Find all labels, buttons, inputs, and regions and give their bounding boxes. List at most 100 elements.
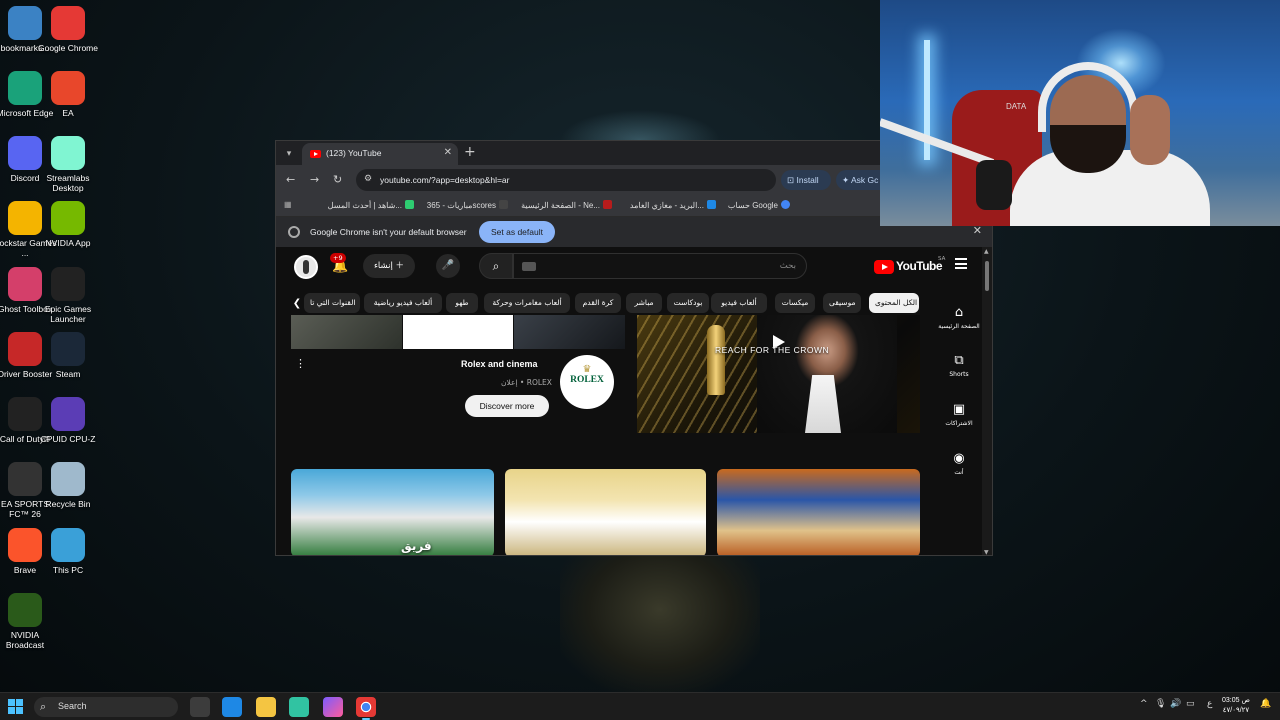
desktop-icon[interactable]: Steam xyxy=(35,332,101,379)
forward-icon[interactable]: → xyxy=(310,173,319,186)
guide-item-home[interactable]: ⌂ الصفحة الرئيسية xyxy=(929,305,989,330)
tab-search-button[interactable]: ▾ xyxy=(280,146,298,162)
scroll-down-icon[interactable]: ▼ xyxy=(984,549,989,555)
voice-search-icon[interactable]: 🎤 xyxy=(436,254,460,278)
wall-text: DATA xyxy=(1006,102,1027,111)
new-tab-button[interactable]: + xyxy=(464,144,476,160)
youtube-wordmark: YouTube xyxy=(896,259,943,273)
webcam-overlay: DATA xyxy=(880,0,1280,226)
menu-hamburger-icon[interactable] xyxy=(955,258,967,269)
search-button[interactable]: ⌕ xyxy=(479,253,513,279)
desktop-icon[interactable]: EA xyxy=(35,71,101,118)
this-pc-icon xyxy=(51,528,85,562)
youtube-favicon-icon xyxy=(310,150,321,158)
more-actions-icon[interactable]: ⋮ xyxy=(295,357,306,370)
desktop-icon[interactable]: Epic Games Launcher xyxy=(35,267,101,324)
desktop-icon[interactable]: CPUID CPU-Z xyxy=(35,397,101,444)
chip[interactable]: بودكاست xyxy=(667,293,709,313)
chip[interactable]: كرة القدم xyxy=(575,293,621,313)
store-icon[interactable] xyxy=(222,697,242,717)
video-thumbnail[interactable] xyxy=(505,469,706,555)
ad-thumbnail[interactable] xyxy=(291,315,402,349)
account-avatar[interactable] xyxy=(294,255,318,279)
keyboard-icon[interactable] xyxy=(522,262,536,271)
desktop-icon-label: Google Chrome xyxy=(37,43,98,53)
chip[interactable]: الكل المحتوى xyxy=(869,293,919,313)
mic-tray-icon[interactable]: 🎙 xyxy=(1155,699,1166,709)
task-view-icon[interactable] xyxy=(190,697,210,717)
chrome-icon[interactable] xyxy=(356,697,376,720)
search-input[interactable]: بحث xyxy=(513,253,807,279)
url-text: youtube.com/?app=desktop&hl=ar xyxy=(380,175,510,185)
search-icon: ⌕ xyxy=(40,700,47,713)
scroll-up-icon[interactable]: ▲ xyxy=(984,248,989,255)
region-code: SA xyxy=(938,256,946,262)
ask-label: Ask Gc xyxy=(851,175,879,185)
guide-item-you[interactable]: ◉ أنت xyxy=(929,451,989,476)
folder-icon[interactable] xyxy=(256,697,276,717)
chip[interactable]: القنوات التي تا xyxy=(304,293,360,313)
guide-label: الصفحة الرئيسية xyxy=(938,323,980,330)
tab-youtube[interactable]: (123) YouTube ✕ xyxy=(302,143,458,165)
install-label: Install xyxy=(796,175,819,185)
video-thumbnail[interactable]: فريق xyxy=(291,469,494,555)
reload-icon[interactable]: ↻ xyxy=(333,173,342,186)
rolex-logo[interactable]: ♛ ROLEX xyxy=(560,355,614,409)
taskbar-search-label: Search xyxy=(58,701,87,711)
page-scrollbar[interactable]: ▲ ▼ xyxy=(982,247,992,555)
back-icon[interactable]: ← xyxy=(286,173,295,186)
start-button[interactable] xyxy=(8,699,24,715)
messenger-icon[interactable] xyxy=(323,697,343,717)
desktop-icon[interactable]: This PC xyxy=(35,528,101,575)
chip[interactable]: ألعاب فيديو xyxy=(711,293,767,313)
volume-icon[interactable]: 🔊 xyxy=(1170,699,1181,709)
bookmark-label: البريد - مغازي الغامد... xyxy=(629,201,704,210)
desktop-icon[interactable]: Google Chrome xyxy=(35,6,101,53)
ad-thumbnail[interactable] xyxy=(403,315,513,349)
ad-video-player[interactable]: REACH FOR THE CROWN xyxy=(637,315,920,433)
bookmark-item[interactable]: حساب Google xyxy=(724,200,790,210)
set-default-button[interactable]: Set as default xyxy=(479,221,555,243)
language-indicator[interactable]: ع xyxy=(1207,699,1212,709)
create-button[interactable]: إنشاء ＋ xyxy=(363,254,415,278)
ad-sponsor: إعلان • ROLEX xyxy=(501,378,552,387)
desktop-icon[interactable]: Streamlabs Desktop xyxy=(35,136,101,193)
bookmark-item[interactable]: شاهد | أحدث المسل... xyxy=(314,200,414,210)
ad-title[interactable]: Rolex and cinema xyxy=(461,359,538,369)
youtube-logo[interactable]: YouTube SA xyxy=(874,256,945,275)
bookmark-item[interactable]: الصفحة الرئيسية - Ne... xyxy=(520,200,612,210)
guide-item-shorts[interactable]: ⧉ Shorts xyxy=(929,353,989,378)
streamlabs-icon xyxy=(51,136,85,170)
notifications-icon[interactable]: 🔔 xyxy=(1260,699,1271,709)
chip[interactable]: ألعاب فيديو رياضية xyxy=(364,293,442,313)
shorts-icon: ⧉ xyxy=(954,353,964,368)
chip[interactable]: ألعاب مغامرات وحركة xyxy=(484,293,570,313)
streamlabs-icon[interactable] xyxy=(289,697,309,717)
desktop-icon[interactable]: NVIDIA Broadcast xyxy=(0,593,58,650)
youtube-page: 🔔 +9 إنشاء ＋ 🎤 ⌕ بحث YouTube SA ❮ الكل ا… xyxy=(276,247,992,555)
tray-overflow-icon[interactable]: ^ xyxy=(1140,699,1148,709)
taskbar-search[interactable]: ⌕ Search xyxy=(34,697,178,717)
network-icon[interactable]: ▭ xyxy=(1186,699,1195,709)
install-button[interactable]: ⊡ Install xyxy=(781,170,831,190)
desktop-icon-label: Epic Games Launcher xyxy=(44,304,92,324)
bookmark-item[interactable]: البريد - مغازي الغامد... xyxy=(620,200,716,210)
site-info-icon[interactable]: ⚙ xyxy=(364,174,372,184)
desktop-icon[interactable]: Recycle Bin xyxy=(35,462,101,509)
chip[interactable]: طهو xyxy=(446,293,478,313)
chip[interactable]: مباشر xyxy=(626,293,662,313)
bookmark-item[interactable]: مباريات - 365scores xyxy=(416,200,508,210)
discover-more-button[interactable]: Discover more xyxy=(465,395,549,417)
chip[interactable]: ميكسات xyxy=(775,293,815,313)
apps-grid-icon[interactable]: ▦ xyxy=(284,200,292,209)
clock[interactable]: 03:05 ص ٤٧/٠٩/٢٧ xyxy=(1222,696,1250,716)
omnibox[interactable]: ⚙ youtube.com/?app=desktop&hl=ar xyxy=(356,169,776,191)
chip[interactable]: موسيقى xyxy=(823,293,861,313)
bookmark-favicon-icon xyxy=(707,200,716,209)
desktop-icon[interactable]: NVIDIA App xyxy=(35,201,101,248)
video-thumbnail[interactable] xyxy=(717,469,920,555)
scrollbar-thumb[interactable] xyxy=(985,261,989,291)
guide-item-subscriptions[interactable]: ▣ الاشتراكات xyxy=(929,402,989,427)
ad-thumbnail[interactable] xyxy=(514,315,625,349)
tab-close-icon[interactable]: ✕ xyxy=(444,147,452,158)
